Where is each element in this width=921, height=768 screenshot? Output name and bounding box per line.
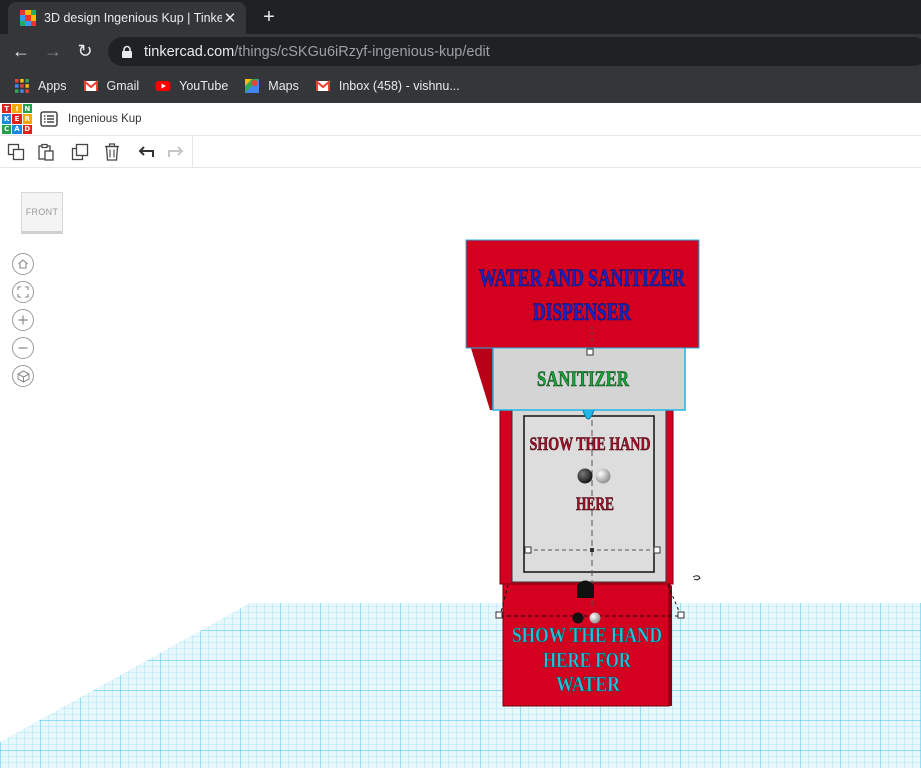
bookmark-maps[interactable]: Maps [244, 78, 299, 94]
tab-close-icon[interactable]: ✕ [222, 9, 238, 27]
logo-letter: T [2, 104, 12, 114]
sensor-sphere-light[interactable] [589, 612, 601, 624]
view-cube-face-label: FRONT [25, 207, 59, 217]
browser-tab-strip: 3D design Ingenious Kup | Tinker ✕ + [0, 0, 921, 34]
zoom-out-button[interactable] [12, 337, 34, 359]
view-cube[interactable]: FRONT [21, 192, 63, 234]
undo-icon [138, 146, 154, 157]
delete-button[interactable] [100, 140, 124, 164]
water-nozzle[interactable] [577, 580, 594, 599]
hand-label-line-1: SHOW THE HAND [530, 434, 651, 455]
duplicate-button[interactable] [68, 140, 92, 164]
workplane-viewport[interactable]: WATER AND SANITIZER DISPENSER SANITIZER … [0, 168, 921, 768]
title-line-2: DISPENSER [533, 299, 632, 326]
resize-handle[interactable] [677, 611, 685, 619]
scene-canvas[interactable]: WATER AND SANITIZER DISPENSER SANITIZER … [0, 168, 921, 768]
home-view-icon [18, 259, 28, 269]
sensor-sphere-dark[interactable] [577, 468, 593, 484]
logo-letter: R [22, 114, 32, 124]
forward-icon[interactable]: → [42, 40, 64, 62]
sensor-sphere-dark[interactable] [572, 612, 584, 624]
copy-button[interactable] [4, 140, 28, 164]
redo-icon [168, 146, 184, 157]
fit-view-button[interactable] [12, 281, 34, 303]
resize-handle[interactable] [495, 611, 503, 619]
design-list-icon[interactable] [40, 111, 58, 127]
zoom-in-icon [18, 315, 28, 325]
paste-button[interactable] [34, 140, 58, 164]
undo-button[interactable] [134, 140, 158, 164]
logo-letter: K [2, 114, 12, 124]
resize-handle[interactable] [524, 546, 532, 554]
zoom-out-icon [18, 347, 28, 349]
hand-label-line-2: HERE [576, 494, 614, 515]
tinkercad-logo[interactable]: T I N K E R C A D [2, 104, 32, 134]
bookmark-label: Inbox (458) - vishnu... [338, 78, 460, 93]
bookmark-label: YouTube [179, 78, 229, 93]
fit-view-icon [17, 286, 29, 298]
home-view-button[interactable] [12, 253, 34, 275]
resize-handle[interactable] [586, 348, 594, 356]
copy-icon [7, 143, 25, 161]
bookmark-label: Gmail [106, 78, 140, 93]
gmail-icon [82, 79, 99, 91]
bookmark-label: Maps [268, 78, 299, 93]
tab-title: 3D design Ingenious Kup | Tinker [44, 11, 222, 25]
youtube-icon [155, 80, 171, 91]
apps-grid-icon [15, 78, 29, 93]
paste-icon [38, 143, 54, 161]
water-label-line-2: HERE FOR [543, 648, 632, 672]
logo-letter: I [12, 104, 22, 114]
gmail-icon [315, 79, 331, 91]
edit-toolbar [0, 136, 921, 168]
perspective-icon [17, 369, 29, 383]
logo-letter: N [22, 104, 32, 114]
center-handle[interactable] [590, 548, 594, 552]
perspective-button[interactable] [12, 365, 34, 387]
water-label-line-3: WATER [556, 672, 621, 696]
bookmark-apps[interactable]: Apps [14, 78, 67, 94]
logo-letter: C [2, 124, 12, 134]
bookmarks-bar: Apps Gmail YouTube Maps Inbox (458) - vi… [0, 68, 921, 103]
browser-tab[interactable]: 3D design Ingenious Kup | Tinker ✕ [8, 2, 246, 34]
sensor-sphere-light[interactable] [595, 468, 611, 484]
duplicate-icon [71, 143, 89, 161]
logo-letter: E [12, 114, 22, 124]
bookmark-gmail[interactable]: Gmail [82, 78, 140, 94]
bookmark-label: Apps [38, 78, 67, 93]
maps-icon [245, 78, 260, 93]
new-tab-icon[interactable]: + [258, 6, 280, 28]
title-line-1: WATER AND SANITIZER [479, 265, 686, 292]
address-bar[interactable]: tinkercad.com/things/cSKGu6iRzyf-ingenio… [108, 37, 921, 66]
top-header-panel[interactable] [465, 239, 700, 349]
redo-button[interactable] [164, 140, 188, 164]
logo-letter: A [12, 124, 22, 134]
bookmark-youtube[interactable]: YouTube [155, 78, 228, 94]
design-name[interactable]: Ingenious Kup [68, 113, 142, 125]
zoom-in-button[interactable] [12, 309, 34, 331]
resize-handle[interactable] [653, 546, 661, 554]
reload-icon[interactable]: ↻ [74, 40, 96, 62]
url-path: /things/cSKGu6iRzyf-ingenious-kup/edit [234, 43, 490, 60]
tinkercad-header: T I N K E R C A D Ingenious Kup [0, 103, 921, 136]
back-icon[interactable]: ← [10, 40, 32, 62]
water-label-line-1: SHOW THE HAND [512, 623, 662, 647]
sanitizer-label: SANITIZER [537, 366, 630, 391]
logo-letter: D [22, 124, 32, 134]
tinkercad-favicon [20, 10, 36, 26]
delete-icon [105, 143, 119, 161]
toolbar-separator [192, 136, 193, 167]
bookmark-inbox[interactable]: Inbox (458) - vishnu... [315, 78, 460, 94]
url-host: tinkercad.com [144, 43, 235, 60]
workplane-grid-lines [0, 603, 921, 768]
browser-toolbar: ← → ↻ tinkercad.com/things/cSKGu6iRzyf-i… [0, 34, 921, 68]
rotate-handle-icon[interactable] [692, 575, 701, 581]
lock-icon [122, 45, 132, 58]
